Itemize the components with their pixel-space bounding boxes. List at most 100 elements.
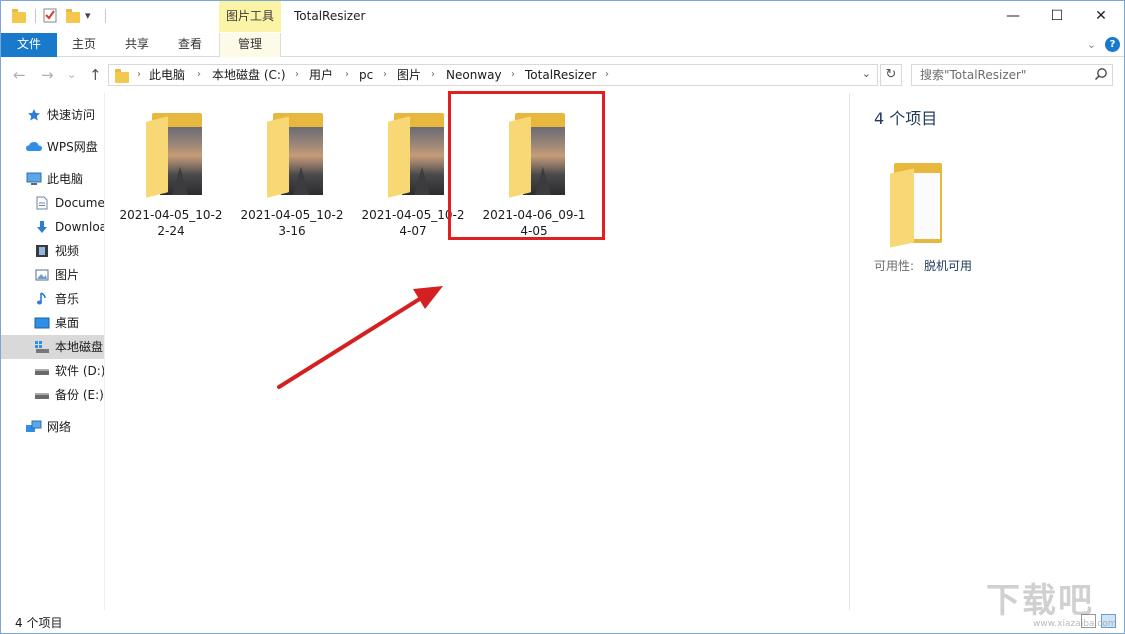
watermark: 下载吧 xyxy=(986,581,1094,621)
sidebar-item-label: Documents xyxy=(55,196,104,210)
download-icon xyxy=(37,221,47,233)
breadcrumb-users[interactable]: 用户 xyxy=(309,65,333,85)
breadcrumb-pc[interactable]: pc xyxy=(359,65,373,85)
recent-locations-dropdown[interactable]: ⌄ xyxy=(67,68,76,81)
document-icon xyxy=(36,196,48,210)
search-icon[interactable] xyxy=(1094,67,1108,81)
sidebar-item-label: 音乐 xyxy=(55,292,80,306)
network-icon xyxy=(26,420,42,432)
close-button[interactable]: ✕ xyxy=(1079,1,1123,32)
watermark-url: www.xiazaiba.com xyxy=(1033,619,1117,629)
sidebar-item-label: 本地磁盘 (C:) xyxy=(55,340,104,354)
navigation-bar: ← → ⌄ ↑ › 此电脑 › 本地磁盘 (C:) › 用户 › pc › 图片… xyxy=(1,59,1124,93)
sidebar-item-label: 备份 (E:) xyxy=(55,388,104,402)
refresh-button[interactable]: ↻ xyxy=(880,64,902,86)
breadcrumb-local-disk[interactable]: 本地磁盘 (C:) xyxy=(212,65,286,85)
new-folder-icon[interactable] xyxy=(65,7,81,25)
breadcrumb-pictures[interactable]: 图片 xyxy=(397,65,421,85)
forward-button[interactable]: → xyxy=(41,66,54,84)
breadcrumb-separator[interactable]: › xyxy=(511,65,515,85)
up-button[interactable]: ↑ xyxy=(89,66,102,84)
file-name: 2021-04-05_10-23-16 xyxy=(240,208,344,238)
availability-label: 可用性: xyxy=(874,259,915,273)
sidebar-item-desktop[interactable]: 桌面 xyxy=(1,311,104,335)
status-text: 4 个项目 xyxy=(15,616,63,630)
breadcrumb-separator[interactable]: › xyxy=(383,65,387,85)
sidebar-item-label: WPS网盘 xyxy=(47,140,98,154)
minimize-button[interactable]: — xyxy=(991,1,1035,32)
sidebar-item-pictures[interactable]: 图片 xyxy=(1,263,104,287)
breadcrumb-separator[interactable]: › xyxy=(605,65,609,85)
sidebar-item-documents[interactable]: Documents xyxy=(1,191,104,215)
sidebar-item-local-disk-c[interactable]: 本地磁盘 (C:) xyxy=(1,335,104,359)
item-count-heading: 4 个项目 xyxy=(874,109,938,128)
picture-tools-contextual-tab: 图片工具 xyxy=(219,1,281,32)
ribbon-tabs: 文件 主页 共享 查看 管理 ⌄ ? xyxy=(1,33,1124,57)
desktop-icon xyxy=(34,317,50,329)
file-name: 2021-04-05_10-22-24 xyxy=(119,208,223,238)
title-bar: ▾ 图片工具 TotalResizer — ☐ ✕ xyxy=(1,1,1124,33)
pictures-icon xyxy=(35,269,49,281)
sidebar-item-label: 桌面 xyxy=(55,316,80,330)
properties-icon[interactable] xyxy=(43,7,59,25)
drive-icon xyxy=(35,393,49,399)
tab-manage[interactable]: 管理 xyxy=(219,33,281,57)
back-button[interactable]: ← xyxy=(13,66,26,84)
folder-icon xyxy=(142,113,208,198)
maximize-button[interactable]: ☐ xyxy=(1035,1,1079,32)
list-item[interactable]: 2021-04-05_10-22-24 xyxy=(116,107,226,238)
folder-icon xyxy=(263,113,329,198)
music-icon xyxy=(37,292,46,305)
computer-icon xyxy=(26,172,42,185)
search-input[interactable] xyxy=(912,65,1092,85)
status-bar: 4 个项目 xyxy=(1,610,1124,633)
quick-access-divider xyxy=(35,9,36,23)
search-box[interactable] xyxy=(911,64,1113,86)
system-drive-icon xyxy=(35,341,49,353)
file-explorer-window: ▾ 图片工具 TotalResizer — ☐ ✕ 文件 主页 共享 查看 管理… xyxy=(0,0,1125,634)
sidebar-item-label: 快速访问 xyxy=(47,108,96,122)
breadcrumb-neonway[interactable]: Neonway xyxy=(446,65,502,85)
sidebar-item-label: 图片 xyxy=(55,268,80,282)
sidebar-item-label: 视频 xyxy=(55,244,80,258)
video-icon xyxy=(36,245,48,257)
tab-home[interactable]: 主页 xyxy=(57,33,111,57)
sidebar-item-downloads[interactable]: Downloads xyxy=(1,215,104,239)
breadcrumb-separator[interactable]: › xyxy=(431,65,435,85)
folder-icon xyxy=(384,113,450,198)
breadcrumb-separator[interactable]: › xyxy=(345,65,349,85)
star-icon xyxy=(28,109,40,121)
drive-icon xyxy=(35,369,49,375)
folder-icon[interactable] xyxy=(11,7,27,25)
breadcrumb-separator[interactable]: › xyxy=(295,65,299,85)
sidebar-item-videos[interactable]: 视频 xyxy=(1,239,104,263)
tab-file[interactable]: 文件 xyxy=(1,33,57,57)
window-title: TotalResizer xyxy=(294,9,366,23)
sidebar-item-wps-cloud[interactable]: WPS网盘 xyxy=(1,135,104,159)
customize-toolbar-dropdown[interactable]: ▾ xyxy=(85,7,101,25)
folder-preview-icon xyxy=(890,163,948,248)
tab-share[interactable]: 共享 xyxy=(111,33,163,57)
sidebar-item-music[interactable]: 音乐 xyxy=(1,287,104,311)
address-bar[interactable]: › 此电脑 › 本地磁盘 (C:) › 用户 › pc › 图片 › Neonw… xyxy=(108,64,878,86)
ribbon-expand-icon[interactable]: ⌄ xyxy=(1087,38,1096,51)
breadcrumb-totalresizer[interactable]: TotalResizer xyxy=(525,65,596,85)
sidebar-item-quick-access[interactable]: 快速访问 xyxy=(1,103,104,127)
help-icon[interactable]: ? xyxy=(1105,37,1120,52)
highlight-box xyxy=(448,91,605,240)
sidebar-item-label: 网络 xyxy=(47,420,72,434)
availability-value: 脱机可用 xyxy=(924,259,973,273)
sidebar-item-network[interactable]: 网络 xyxy=(1,415,104,439)
sidebar-item-label: 此电脑 xyxy=(47,172,84,186)
sidebar-item-software-d[interactable]: 软件 (D:) xyxy=(1,359,104,383)
sidebar-item-label: 软件 (D:) xyxy=(55,364,104,378)
sidebar-item-backup-e[interactable]: 备份 (E:) xyxy=(1,383,104,407)
list-item[interactable]: 2021-04-05_10-23-16 xyxy=(237,107,347,238)
breadcrumb-separator[interactable]: › xyxy=(197,65,201,85)
breadcrumb-this-pc[interactable]: 此电脑 xyxy=(149,65,185,85)
address-history-dropdown[interactable]: ⌄ xyxy=(862,67,871,80)
sidebar-item-label: Downloads xyxy=(55,220,104,234)
sidebar-item-this-pc[interactable]: 此电脑 xyxy=(1,167,104,191)
tab-view[interactable]: 查看 xyxy=(163,33,217,57)
breadcrumb-separator[interactable]: › xyxy=(137,65,141,85)
